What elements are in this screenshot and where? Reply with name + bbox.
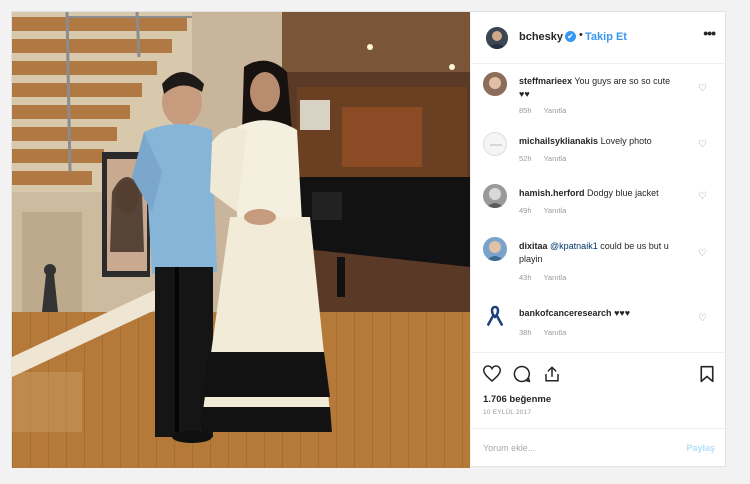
comment-item: steffmarieex You guys are so so cute ♥♥ … [471, 72, 727, 124]
comment-item: michailsyklianakis Lovely photo 52h Yanı… [471, 132, 727, 184]
comment-meta: 85h Yanıtla [519, 106, 576, 115]
post-photo-image [12, 12, 470, 468]
commenter-avatar-image [483, 237, 507, 261]
comment-username[interactable]: michailsyklianakis [519, 136, 598, 146]
commenter-avatar[interactable] [483, 237, 507, 261]
comment-item: hamish.herford Dodgy blue jacket 49h Yan… [471, 184, 727, 236]
comment-text: michailsyklianakis Lovely photo [519, 135, 679, 148]
comment-like-icon[interactable]: ♡ [698, 84, 708, 94]
post-sidebar: bcheskу ✔ • Takip Et ••• steffmarieex Yo… [470, 12, 727, 468]
comment-body: Lovely photo [600, 136, 652, 146]
comment-item: dixitaa @kpatnaik1 could be us but u pla… [471, 237, 727, 289]
author-username[interactable]: bcheskу [519, 31, 563, 43]
bookmark-icon[interactable] [699, 365, 715, 383]
comment-like-icon[interactable]: ♡ [698, 192, 708, 202]
verified-badge-icon: ✔ [565, 31, 576, 42]
awareness-ribbon-icon [486, 305, 504, 327]
reply-button[interactable]: Yanıtla [543, 106, 566, 115]
commenter-avatar-image [490, 144, 502, 146]
reply-button[interactable]: Yanıtla [543, 328, 566, 337]
author-avatar[interactable] [486, 27, 508, 49]
comment-text: hamish.herford Dodgy blue jacket [519, 187, 679, 200]
comment-input[interactable]: Yorum ekle... [483, 443, 535, 453]
instagram-post-card: bcheskу ✔ • Takip Et ••• steffmarieex Yo… [11, 11, 727, 468]
comment-item: bankofcanceresearch ♥♥♥ 38h Yanıtla ♡ [471, 304, 727, 356]
commenter-avatar[interactable] [483, 184, 507, 208]
commenter-avatar[interactable] [483, 304, 507, 328]
post-comment-button[interactable]: Paylaş [686, 443, 715, 453]
commenter-avatar[interactable] [483, 132, 507, 156]
comment-like-icon[interactable]: ♡ [698, 314, 708, 324]
author-avatar-image [486, 27, 508, 49]
comment-username[interactable]: bankofcanceresearch [519, 308, 612, 318]
comment-like-icon[interactable]: ♡ [698, 249, 708, 259]
reply-button[interactable]: Yanıtla [543, 273, 566, 282]
comment-time: 52h [519, 154, 532, 163]
comment-time: 85h [519, 106, 532, 115]
commenter-avatar-image [483, 184, 507, 208]
comment-meta: 43h Yanıtla [519, 273, 576, 282]
more-options-icon[interactable]: ••• [703, 25, 716, 41]
comment-text: bankofcanceresearch ♥♥♥ [519, 307, 679, 320]
post-photo[interactable] [12, 12, 470, 468]
comment-like-icon[interactable]: ♡ [698, 140, 708, 150]
comment-mention[interactable]: @kpatnaik1 [550, 241, 598, 251]
header-separator: • [579, 29, 583, 41]
comment-body: ♥♥♥ [614, 308, 631, 318]
commenter-avatar[interactable] [483, 72, 507, 96]
comment-text: dixitaa @kpatnaik1 could be us but u pla… [519, 240, 679, 266]
action-bar [471, 352, 727, 383]
comment-text: steffmarieex You guys are so so cute ♥♥ [519, 75, 679, 101]
comment-time: 49h [519, 206, 532, 215]
comment-username[interactable]: dixitaa [519, 241, 548, 251]
commenter-avatar-image [483, 72, 507, 96]
share-icon[interactable] [543, 365, 561, 383]
follow-button[interactable]: Takip Et [585, 31, 627, 43]
comment-time: 43h [519, 273, 532, 282]
comment-body: Dodgy blue jacket [587, 188, 659, 198]
post-header: bcheskу ✔ • Takip Et ••• [471, 12, 727, 64]
likes-count[interactable]: 1.706 beğenme [483, 394, 551, 405]
like-heart-icon[interactable] [483, 365, 501, 382]
post-date: 10 EYLÜL 2017 [483, 409, 532, 416]
comment-username[interactable]: hamish.herford [519, 188, 585, 198]
add-comment-bar: Yorum ekle... Paylaş [471, 428, 727, 468]
comment-username[interactable]: steffmarieex [519, 76, 572, 86]
reply-button[interactable]: Yanıtla [543, 154, 566, 163]
comment-meta: 52h Yanıtla [519, 154, 576, 163]
reply-button[interactable]: Yanıtla [543, 206, 566, 215]
comment-bubble-icon[interactable] [513, 365, 531, 383]
comment-meta: 49h Yanıtla [519, 206, 576, 215]
comment-time: 38h [519, 328, 532, 337]
comment-meta: 38h Yanıtla [519, 328, 576, 337]
